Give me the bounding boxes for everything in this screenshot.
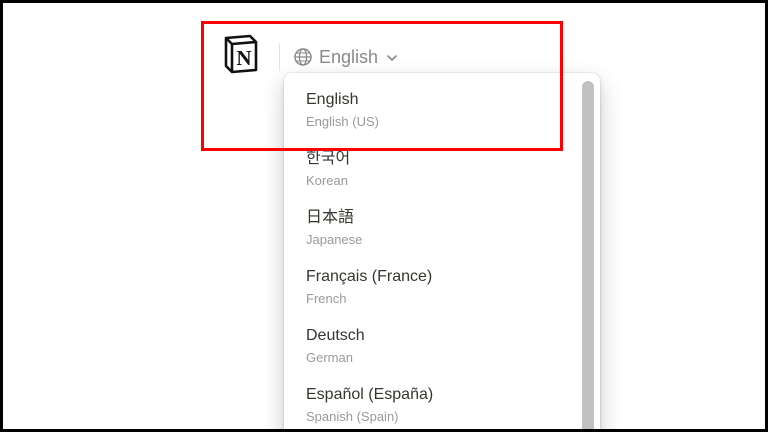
notion-logo-icon[interactable]: N	[221, 33, 261, 75]
language-options-list: English English (US) 한국어 Korean 日本語 Japa…	[284, 73, 582, 427]
logo-letter: N	[236, 46, 251, 70]
chevron-down-icon	[387, 55, 397, 61]
option-english-name: Spanish (Spain)	[306, 409, 399, 424]
language-option-french[interactable]: Français (France) French	[284, 250, 582, 309]
option-native-name: Français (France)	[306, 268, 433, 285]
language-option-japanese[interactable]: 日本語 Japanese	[284, 191, 582, 250]
language-selector-button[interactable]: English	[293, 43, 398, 71]
option-english-name: English (US)	[306, 114, 379, 129]
language-option-german[interactable]: Deutsch German	[284, 309, 582, 368]
option-english-name: Japanese	[306, 232, 363, 247]
header-divider	[279, 43, 280, 71]
option-native-name: 한국어	[306, 150, 351, 167]
language-option-spanish[interactable]: Español (España) Spanish (Spain)	[284, 368, 582, 427]
option-english-name: French	[306, 291, 347, 306]
option-english-name: German	[306, 350, 353, 365]
language-option-korean[interactable]: 한국어 Korean	[284, 132, 582, 191]
option-native-name: English	[306, 91, 359, 108]
app-window: N English English English (US) 한국어 Korea…	[3, 3, 765, 429]
dropdown-scrollbar[interactable]	[582, 81, 594, 429]
language-option-english[interactable]: English English (US)	[284, 73, 582, 132]
language-dropdown: English English (US) 한국어 Korean 日本語 Japa…	[284, 73, 600, 429]
dropdown-scrollbar-thumb[interactable]	[582, 81, 594, 429]
option-english-name: Korean	[306, 173, 348, 188]
option-native-name: 日本語	[306, 209, 355, 226]
option-native-name: Deutsch	[306, 327, 365, 344]
option-native-name: Español (España)	[306, 386, 434, 403]
globe-icon	[294, 48, 312, 66]
language-selector-label: English	[319, 46, 379, 67]
